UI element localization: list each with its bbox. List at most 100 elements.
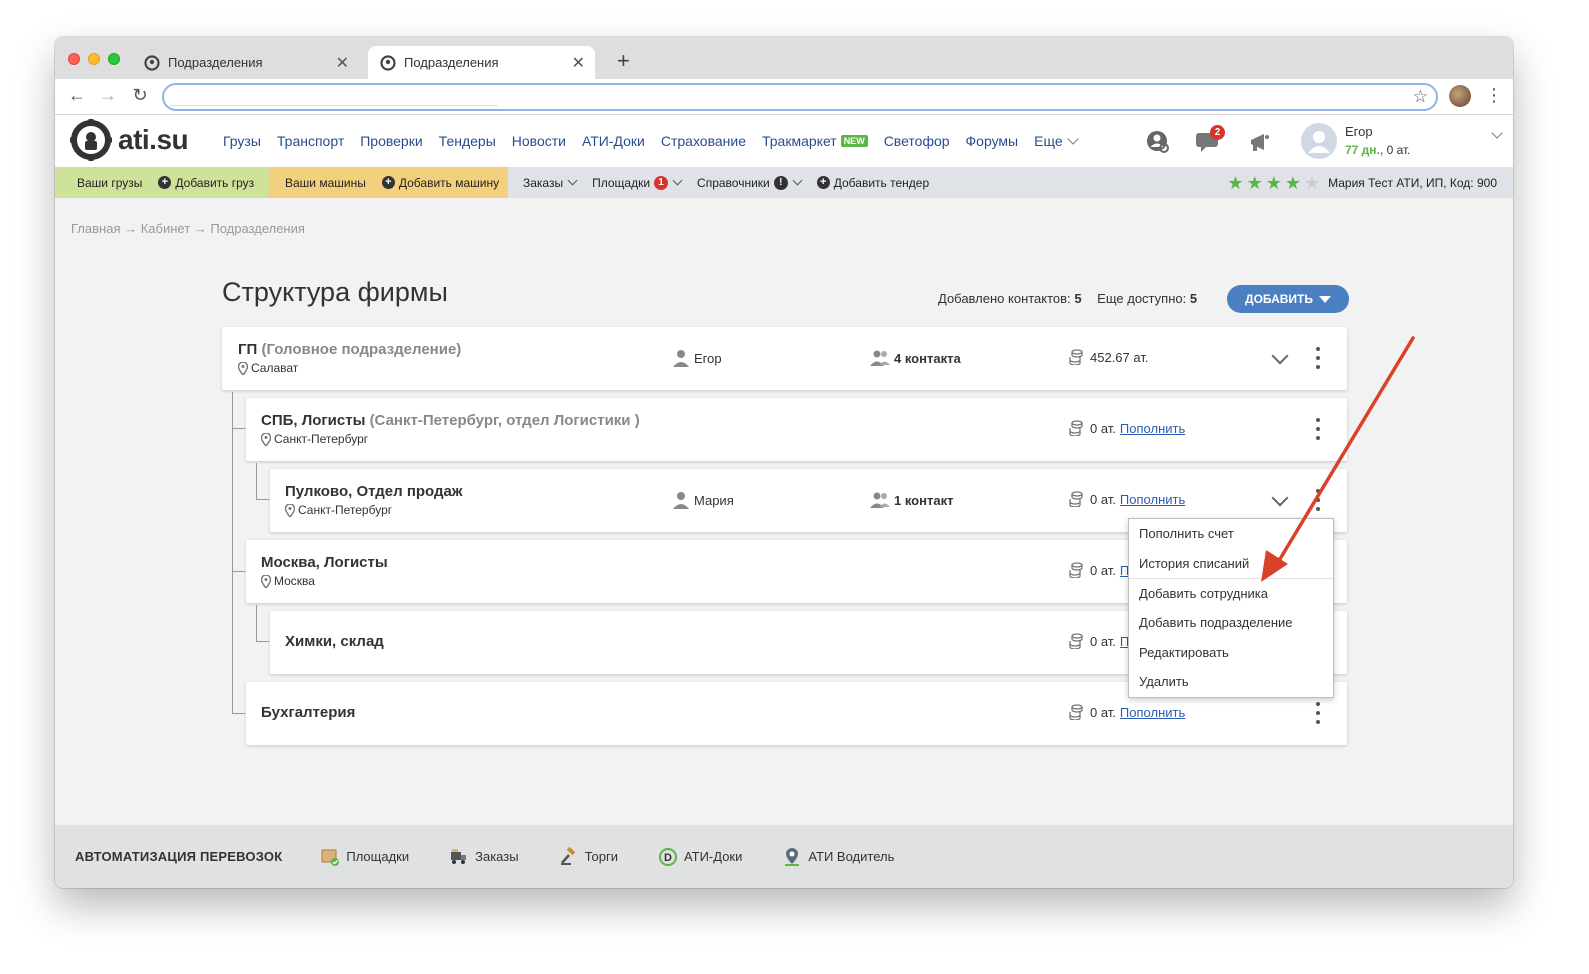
location-pin-icon bbox=[261, 432, 271, 446]
rating-stars[interactable]: ★ ★ ★ ★ ★ bbox=[1224, 174, 1320, 192]
browser-menu-icon[interactable]: ⋮ bbox=[1485, 85, 1503, 106]
menu-item-delete[interactable]: Удалить bbox=[1129, 667, 1333, 697]
department-balance: 452.67 ат. bbox=[1068, 349, 1148, 365]
more-menu-icon[interactable] bbox=[1315, 347, 1321, 369]
user-balance: 77 дн., 0 ат. bbox=[1345, 143, 1410, 157]
browser-tab-2-active[interactable]: Подразделения ✕ bbox=[368, 46, 595, 79]
coins-icon bbox=[1069, 562, 1083, 578]
messages-icon-wrap[interactable]: 2 bbox=[1196, 125, 1225, 157]
browser-window: Подразделения ✕ Подразделения ✕ + ← → ↻ … bbox=[55, 37, 1513, 888]
department-head[interactable]: Мария bbox=[672, 491, 734, 509]
tab-close-icon[interactable]: ✕ bbox=[336, 53, 349, 73]
department-card[interactable]: СПБ, Логисты (Санкт-Петербург, отдел Лог… bbox=[246, 398, 1347, 461]
menu-item-edit[interactable]: Редактировать bbox=[1129, 637, 1333, 667]
new-tab-button[interactable]: + bbox=[617, 49, 630, 73]
platforms-menu[interactable]: Площадки 1 bbox=[592, 175, 683, 190]
user-avatar[interactable] bbox=[1301, 123, 1337, 159]
browser-tab-1[interactable]: Подразделения ✕ bbox=[132, 46, 359, 79]
nav-svetofor[interactable]: Светофор bbox=[884, 133, 950, 149]
department-title: ГП bbox=[238, 341, 258, 358]
added-label: Добавлено контактов: bbox=[938, 291, 1071, 306]
add-load-label: Добавить груз bbox=[175, 175, 255, 190]
menu-item-charge-history[interactable]: История списаний bbox=[1129, 549, 1333, 579]
star-icon: ★ bbox=[1303, 172, 1321, 193]
add-truck-link[interactable]: + Добавить машину bbox=[381, 176, 499, 190]
menu-item-add-employee[interactable]: Добавить сотрудника bbox=[1129, 578, 1333, 608]
tree-line bbox=[256, 605, 257, 641]
nav-insurance[interactable]: Страхование bbox=[661, 133, 746, 149]
user-name[interactable]: Егор bbox=[1345, 124, 1373, 139]
orders-menu[interactable]: Заказы bbox=[523, 176, 578, 190]
department-card[interactable]: ГП (Головное подразделение) Салават Егор… bbox=[222, 327, 1347, 390]
user-menu-chevron-icon[interactable] bbox=[1491, 127, 1503, 139]
menu-item-topup-account[interactable]: Пополнить счет bbox=[1129, 519, 1333, 549]
department-contacts[interactable]: 1 контакт bbox=[870, 491, 953, 509]
city-name: Москва bbox=[274, 574, 315, 588]
breadcrumb[interactable]: Главная → Кабинет → Подразделения bbox=[71, 221, 305, 236]
maximize-window-button[interactable] bbox=[108, 53, 120, 65]
company-name[interactable]: Мария Тест АТИ, ИП, Код: 900 bbox=[1328, 176, 1497, 190]
nav-loads[interactable]: Грузы bbox=[223, 133, 261, 149]
minimize-window-button[interactable] bbox=[88, 53, 100, 65]
nav-news[interactable]: Новости bbox=[512, 133, 566, 149]
coins-icon bbox=[1069, 491, 1083, 507]
site-header: ati.su Грузы Транспорт Проверки Тендеры … bbox=[55, 115, 1513, 167]
tab-close-icon[interactable]: ✕ bbox=[572, 53, 585, 73]
department-title: СПБ, Логисты bbox=[261, 412, 366, 429]
expand-chevron-icon[interactable] bbox=[1271, 489, 1289, 507]
more-menu-icon[interactable] bbox=[1315, 418, 1321, 440]
user-search-icon[interactable] bbox=[1145, 129, 1171, 155]
my-loads-link[interactable]: Ваши грузы bbox=[77, 176, 142, 190]
megaphone-icon[interactable] bbox=[1247, 129, 1273, 155]
department-name: СПБ, Логисты (Санкт-Петербург, отдел Лог… bbox=[261, 412, 640, 429]
nav-transport[interactable]: Транспорт bbox=[277, 133, 344, 149]
site-logo[interactable]: ati.su bbox=[70, 119, 189, 161]
footer-orders-link[interactable]: Заказы bbox=[449, 847, 519, 867]
profile-avatar[interactable] bbox=[1449, 85, 1471, 107]
menu-item-add-department[interactable]: Добавить подразделение bbox=[1129, 608, 1333, 638]
bookmark-star-icon[interactable]: ☆ bbox=[1413, 87, 1428, 107]
add-button-label: ДОБАВИТЬ bbox=[1245, 292, 1313, 306]
nav-more[interactable]: Еще bbox=[1034, 133, 1079, 149]
add-button[interactable]: ДОБАВИТЬ bbox=[1227, 285, 1349, 313]
close-window-button[interactable] bbox=[68, 53, 80, 65]
footer-platforms-link[interactable]: Площадки bbox=[320, 847, 409, 867]
department-contacts[interactable]: 4 контакта bbox=[870, 349, 961, 367]
topup-link[interactable]: Пополнить bbox=[1120, 492, 1185, 507]
department-city: Салават bbox=[238, 361, 298, 375]
available-value: 5 bbox=[1189, 291, 1198, 306]
department-city: Санкт-Петербург bbox=[261, 432, 368, 446]
messages-count-badge: 2 bbox=[1210, 125, 1225, 140]
browser-toolbar: ← → ↻ ☆ ⋮ bbox=[55, 79, 1513, 115]
location-pin-icon bbox=[238, 361, 248, 375]
department-head[interactable]: Егор bbox=[672, 349, 722, 367]
footer-ati-docs-link[interactable]: D АТИ-Доки bbox=[658, 847, 742, 867]
my-trucks-link[interactable]: Ваши машины bbox=[285, 176, 366, 190]
balance-value: 0 ат. bbox=[1090, 704, 1116, 720]
forward-icon[interactable]: → bbox=[97, 85, 119, 106]
tree-line bbox=[232, 428, 245, 429]
add-tender-link[interactable]: + Добавить тендер bbox=[816, 176, 929, 190]
chevron-down-icon bbox=[792, 175, 803, 186]
footer-driver-link[interactable]: АТИ Водитель bbox=[782, 847, 894, 867]
more-menu-icon[interactable] bbox=[1315, 702, 1321, 724]
people-icon bbox=[870, 350, 890, 366]
topup-link[interactable]: Пополнить bbox=[1120, 421, 1185, 436]
more-menu-icon[interactable] bbox=[1315, 489, 1321, 511]
topup-link[interactable]: Пополнить bbox=[1120, 705, 1185, 720]
nav-trackmarket[interactable]: Тракмаркет NEW bbox=[762, 133, 868, 149]
add-load-link[interactable]: + Добавить груз bbox=[158, 176, 254, 190]
nav-forums[interactable]: Форумы bbox=[966, 133, 1019, 149]
footer-auctions-link[interactable]: Торги bbox=[559, 846, 618, 867]
nav-tenders[interactable]: Тендеры bbox=[439, 133, 496, 149]
nav-ati-docs[interactable]: АТИ-Доки bbox=[582, 133, 645, 149]
reload-icon[interactable]: ↻ bbox=[129, 85, 151, 106]
nav-checks[interactable]: Проверки bbox=[360, 133, 422, 149]
address-bar[interactable]: ☆ bbox=[162, 83, 1438, 111]
gavel-icon bbox=[560, 846, 575, 865]
contacts-count: 1 контакт bbox=[894, 492, 954, 508]
references-menu[interactable]: Справочники! bbox=[697, 175, 803, 190]
star-icon: ★ bbox=[1265, 172, 1282, 193]
expand-chevron-icon[interactable] bbox=[1271, 347, 1289, 365]
back-icon[interactable]: ← bbox=[66, 85, 88, 106]
